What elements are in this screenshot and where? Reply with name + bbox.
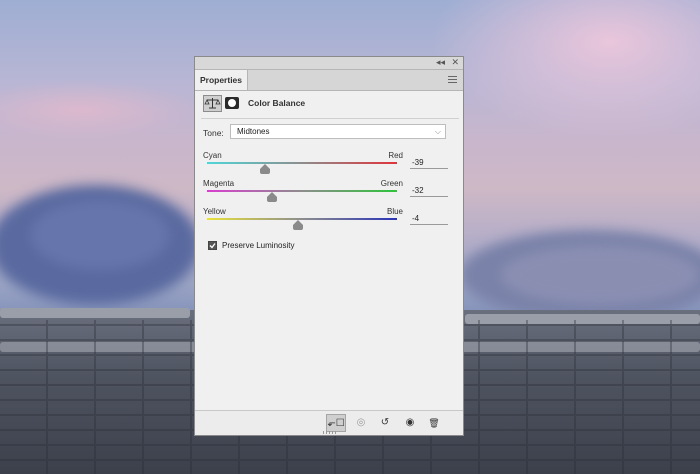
view-previous-state-icon[interactable]: ◎ [351, 414, 371, 432]
visibility-eye-icon[interactable]: ◉ [400, 414, 420, 432]
slider-value-field[interactable]: -4 [410, 212, 448, 225]
trash-icon[interactable]: 🗑 [424, 414, 444, 432]
panel-bottom-toolbar: ⬐☐ ◎ ↺ ◉ 🗑 [195, 410, 463, 435]
panel-title-bar[interactable]: ◂◂ ✕ [195, 57, 463, 70]
adjustment-header: Color Balance [203, 95, 457, 115]
preserve-luminosity-checkbox[interactable] [208, 241, 217, 250]
slider-left-label: Cyan [203, 151, 222, 160]
reset-icon[interactable]: ↺ [375, 414, 395, 432]
chevron-down-icon: ⌵ [434, 127, 441, 136]
properties-panel: ◂◂ ✕ Properties Color Balance Tone: Midt… [194, 56, 464, 436]
close-icon[interactable]: ✕ [451, 57, 459, 68]
resize-grip[interactable] [323, 431, 337, 434]
clip-to-layer-icon[interactable]: ⬐☐ [326, 414, 346, 432]
checkmark-icon [209, 243, 216, 249]
slider-yellow-blue: Yellow Blue -4 [203, 207, 453, 233]
slider-right-label: Blue [386, 207, 403, 216]
tab-bar: Properties [195, 70, 463, 91]
tone-dropdown[interactable]: Midtones ⌵ [230, 124, 446, 139]
tab-properties[interactable]: Properties [195, 70, 248, 90]
wall-ledge [0, 308, 190, 318]
preserve-luminosity-label: Preserve Luminosity [222, 241, 295, 250]
slider-value-field[interactable]: -32 [410, 184, 448, 197]
double-chevron-icon[interactable]: ◂◂ [436, 57, 445, 68]
slider-track[interactable] [207, 162, 397, 164]
slider-left-label: Magenta [203, 179, 235, 188]
sky-glow [430, 0, 700, 140]
slider-right-label: Green [380, 179, 403, 188]
slider-magenta-green: Magenta Green -32 [203, 179, 453, 205]
slider-left-label: Yellow [203, 207, 226, 216]
sky-pink-band [0, 80, 200, 140]
slider-value-field[interactable]: -39 [410, 156, 448, 169]
tone-label: Tone: [203, 128, 224, 138]
cloud [500, 245, 700, 305]
slider-right-label: Red [388, 151, 403, 160]
cloud [30, 200, 170, 270]
slider-track[interactable] [207, 190, 397, 192]
balance-scale-icon[interactable] [203, 95, 222, 112]
adjustment-title: Color Balance [248, 98, 306, 108]
layer-mask-icon[interactable] [225, 97, 239, 109]
slider-cyan-red: Cyan Red -39 [203, 151, 453, 177]
hamburger-menu-icon[interactable] [448, 76, 457, 84]
tone-value: Midtones [237, 127, 270, 136]
divider [201, 118, 459, 119]
